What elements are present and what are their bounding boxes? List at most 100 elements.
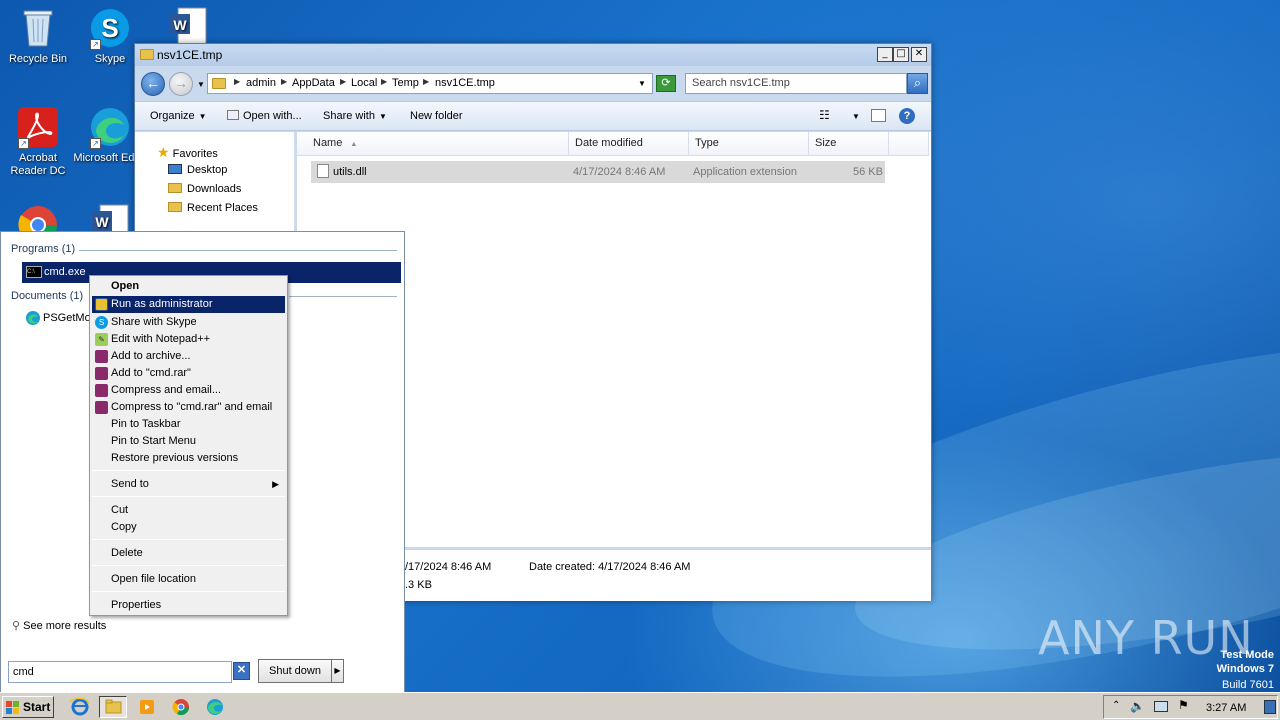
desktop-icon-label: Skype: [94, 53, 126, 65]
dll-file-icon: [317, 164, 329, 178]
notepadpp-label: Edit with Notepad++: [111, 333, 211, 345]
winrar-icon: [95, 384, 108, 397]
address-bar[interactable]: ▶ admin ▶ AppData ▶ Local ▶ Temp ▶ nsv1C…: [207, 73, 653, 94]
breadcrumb-appdata[interactable]: AppData: [292, 77, 335, 89]
column-header-type[interactable]: Type: [689, 132, 809, 156]
menu-item-pin-start[interactable]: Pin to Start Menu: [92, 433, 285, 450]
recycle-bin-icon: [16, 6, 60, 50]
help-icon[interactable]: ?: [899, 108, 915, 124]
share-with-button[interactable]: Share with ▼: [323, 110, 387, 122]
maximize-button[interactable]: □: [893, 47, 909, 62]
clear-search-icon[interactable]: ✕: [233, 662, 250, 680]
breadcrumb-arrow-icon[interactable]: ▶: [340, 77, 346, 86]
shortcut-arrow-icon: ↗: [90, 138, 101, 149]
menu-item-copy[interactable]: Copy: [92, 519, 285, 536]
breadcrumb-temp[interactable]: Temp: [392, 77, 419, 89]
breadcrumb-local[interactable]: Local: [351, 77, 377, 89]
menu-separator: [92, 565, 285, 566]
back-button[interactable]: ←: [141, 72, 165, 96]
breadcrumb-nsv1ce[interactable]: nsv1CE.tmp: [435, 77, 495, 89]
winrar-icon: [95, 367, 108, 380]
chrome-icon: [172, 699, 190, 716]
breadcrumb-arrow-icon[interactable]: ▶: [281, 77, 287, 86]
show-hidden-icons-icon[interactable]: ⌃: [1112, 700, 1120, 711]
show-desktop-button[interactable]: [1264, 700, 1276, 714]
nav-desktop[interactable]: Desktop: [168, 164, 227, 176]
file-explorer-icon: [105, 699, 122, 714]
taskbar-chrome[interactable]: [167, 696, 195, 718]
network-icon[interactable]: [1154, 701, 1168, 712]
menu-item-notepadpp[interactable]: ✎ Edit with Notepad++: [92, 331, 285, 348]
nav-recent-places[interactable]: Recent Places: [168, 202, 258, 214]
taskbar-edge[interactable]: [201, 696, 229, 718]
recent-places-icon: [168, 202, 182, 212]
documents-header: Documents (1): [11, 290, 84, 302]
menu-item-delete[interactable]: Delete: [92, 545, 285, 562]
organize-button[interactable]: Organize ▼: [150, 110, 207, 122]
see-more-results-link[interactable]: ⚲ See more results: [12, 619, 106, 632]
refresh-icon[interactable]: ⟳: [656, 75, 676, 92]
desktop-icon-label: Acrobat Reader DC: [10, 152, 66, 177]
preview-pane-icon[interactable]: [871, 109, 886, 122]
media-player-icon: [140, 700, 154, 714]
new-folder-button[interactable]: New folder: [410, 110, 463, 122]
search-icon[interactable]: ⌕: [907, 73, 928, 94]
uac-shield-icon: [95, 298, 108, 311]
explorer-titlebar[interactable]: nsv1CE.tmp _ □ ✕: [135, 44, 931, 66]
test-mode-text: Test Mode: [1220, 649, 1274, 661]
menu-item-open[interactable]: Open: [92, 278, 285, 295]
column-size-label: Size: [815, 137, 837, 149]
menu-item-share-skype[interactable]: S Share with Skype: [92, 314, 285, 331]
file-row[interactable]: utils.dll 4/17/2024 8:46 AM Application …: [311, 161, 885, 183]
skype-icon: S ↗: [88, 6, 132, 50]
menu-item-cut[interactable]: Cut: [92, 502, 285, 519]
forward-button[interactable]: →: [169, 72, 193, 96]
change-view-icon[interactable]: ☷: [819, 108, 830, 122]
recent-pages-dropdown-icon[interactable]: ▼: [197, 80, 205, 89]
breadcrumb-admin[interactable]: admin: [246, 77, 276, 89]
menu-item-restore-versions[interactable]: Restore previous versions: [92, 450, 285, 467]
nav-downloads[interactable]: Downloads: [168, 183, 241, 195]
menu-item-add-cmd-rar[interactable]: Add to "cmd.rar": [92, 365, 285, 382]
see-more-label: See more results: [23, 620, 107, 632]
taskbar-ie[interactable]: [66, 696, 94, 718]
run-as-admin-label: Run as administrator: [111, 298, 213, 310]
taskbar-explorer[interactable]: [99, 696, 127, 718]
menu-item-open-file-location[interactable]: Open file location: [92, 571, 285, 588]
taskbar-media-player[interactable]: [133, 696, 161, 718]
column-header-name[interactable]: Name ▲: [297, 132, 569, 156]
breadcrumb-arrow-icon[interactable]: ▶: [381, 77, 387, 86]
menu-item-send-to[interactable]: Send to ▶: [92, 476, 285, 493]
programs-header: Programs (1): [11, 243, 76, 255]
send-to-label: Send to: [111, 478, 149, 490]
view-options-dropdown-icon[interactable]: ▼: [848, 110, 860, 122]
desktop-icon-recycle-bin[interactable]: Recycle Bin: [0, 6, 76, 66]
close-button[interactable]: ✕: [911, 47, 927, 62]
menu-item-compress-cmd-rar-email[interactable]: Compress to "cmd.rar" and email: [92, 399, 285, 416]
action-center-flag-icon[interactable]: ⚑: [1178, 698, 1189, 712]
context-menu[interactable]: Open Run as administrator S Share with Sk…: [89, 275, 288, 616]
taskbar-clock[interactable]: 3:27 AM: [1206, 702, 1246, 714]
menu-item-pin-taskbar[interactable]: Pin to Taskbar: [92, 416, 285, 433]
nav-favorites[interactable]: ★ Favorites: [157, 144, 218, 161]
breadcrumb-arrow-icon[interactable]: ▶: [423, 77, 429, 86]
desktop-icon-acrobat[interactable]: ↗ Acrobat Reader DC: [0, 105, 76, 178]
start-button[interactable]: Start: [2, 696, 54, 718]
details-pane: /17/2024 8:46 AM Date created: 4/17/2024…: [405, 549, 931, 601]
address-dropdown-icon[interactable]: ▼: [638, 79, 646, 88]
open-with-button[interactable]: Open with...: [227, 110, 302, 122]
start-search-input[interactable]: cmd: [8, 661, 232, 683]
document-result-label[interactable]: PSGetMo: [43, 312, 91, 324]
menu-item-run-as-admin[interactable]: Run as administrator: [92, 296, 285, 313]
shutdown-options-arrow-icon[interactable]: ▶: [331, 659, 344, 683]
column-header-size[interactable]: Size: [809, 132, 889, 156]
volume-icon[interactable]: 🔈: [1130, 699, 1145, 713]
shutdown-button[interactable]: Shut down: [258, 659, 332, 683]
menu-item-compress-email[interactable]: Compress and email...: [92, 382, 285, 399]
menu-item-add-archive[interactable]: Add to archive...: [92, 348, 285, 365]
divider: [79, 250, 397, 251]
column-header-date[interactable]: Date modified: [569, 132, 689, 156]
minimize-button[interactable]: _: [877, 47, 893, 62]
menu-item-properties[interactable]: Properties: [92, 597, 285, 614]
search-input[interactable]: Search nsv1CE.tmp: [685, 73, 907, 94]
